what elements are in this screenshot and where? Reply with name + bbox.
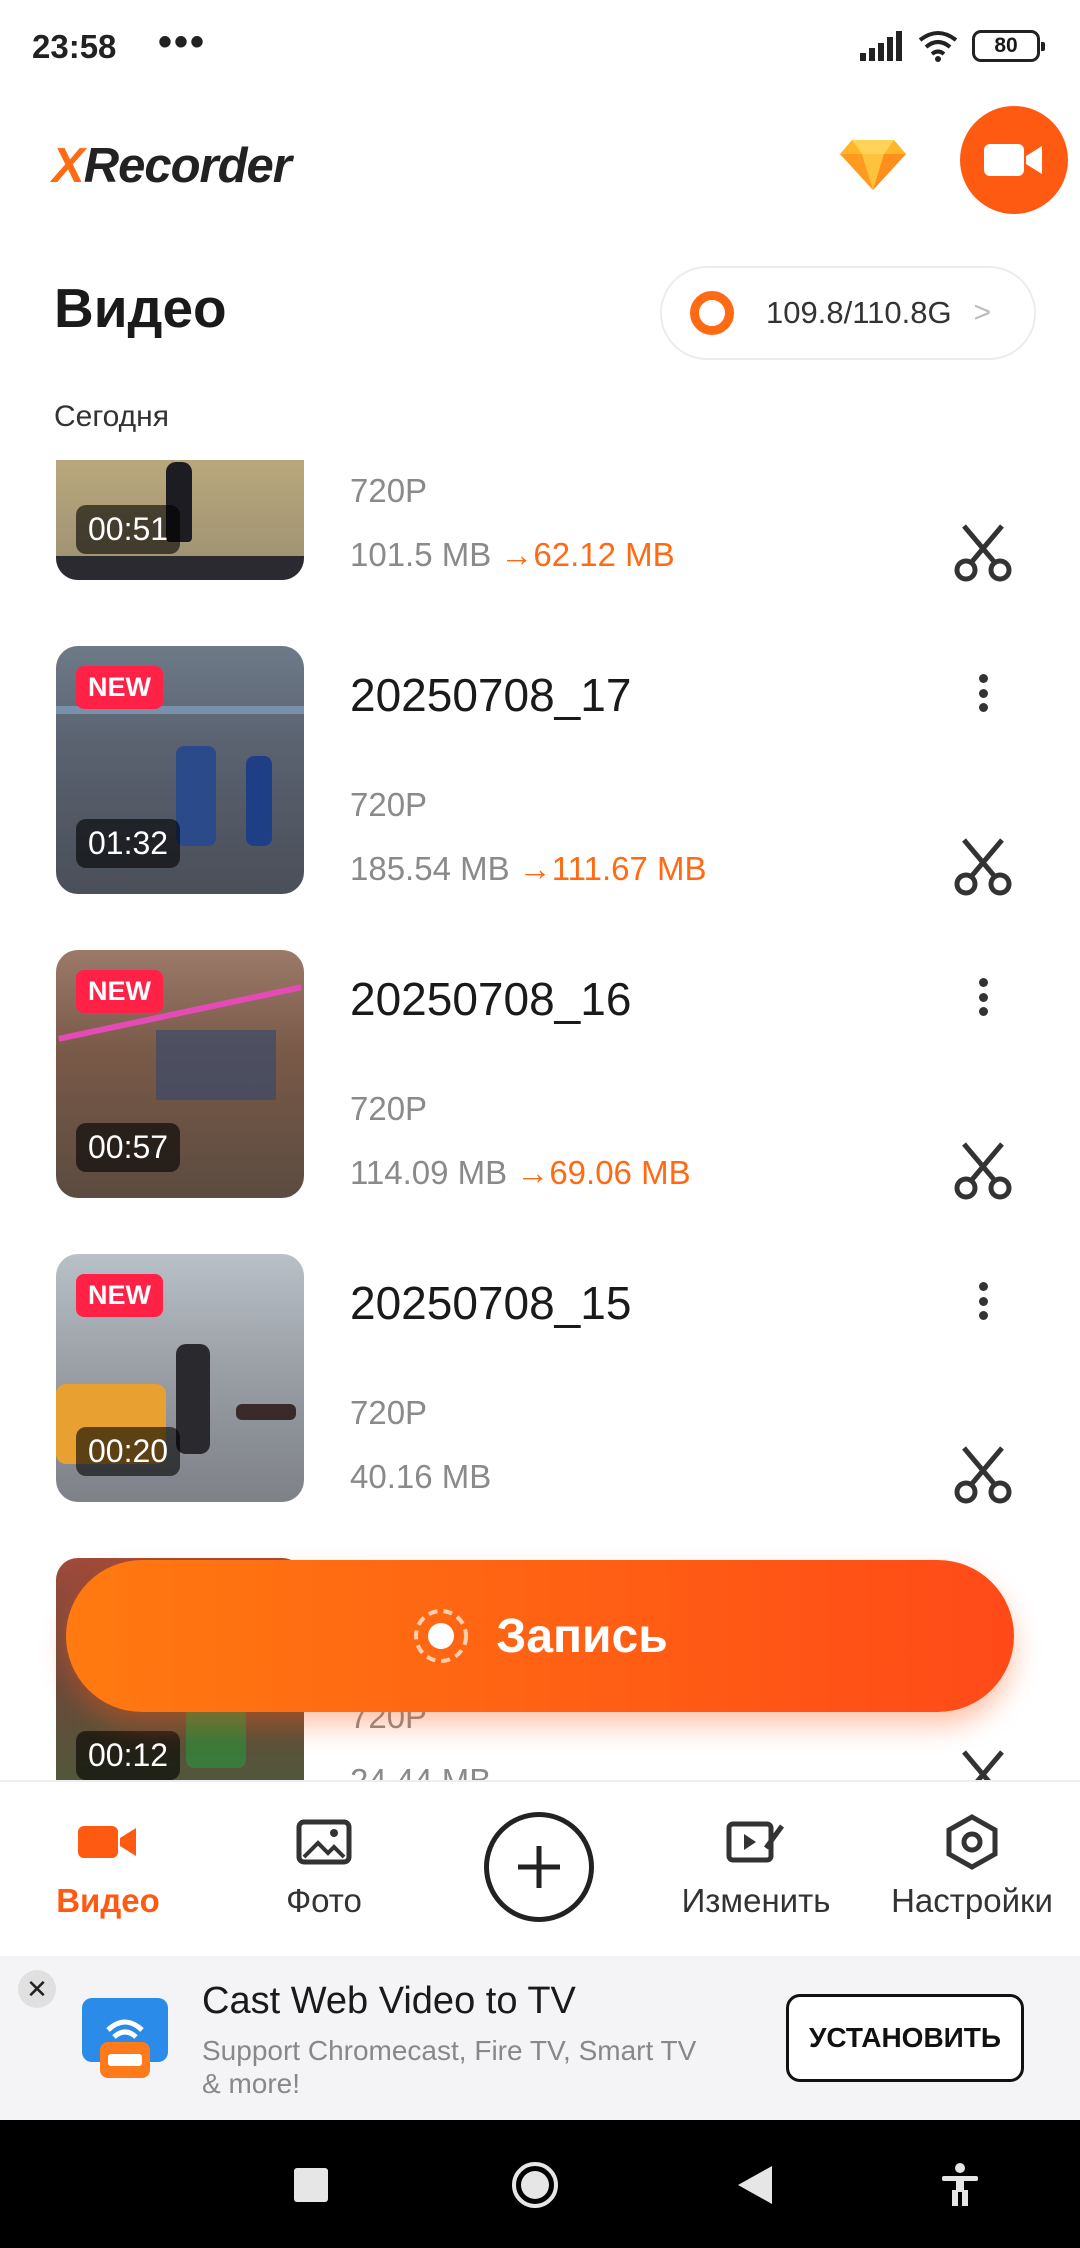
video-title[interactable]: 20250708_17: [350, 668, 631, 722]
nav-item-video[interactable]: Видео: [0, 1812, 216, 1920]
duration-badge: 00:20: [76, 1427, 181, 1476]
record-button[interactable]: Запись: [66, 1560, 1014, 1712]
video-size: 101.5 MB →62.12 MB: [350, 536, 675, 574]
video-size: 40.16 MB: [350, 1458, 491, 1496]
ad-title: Cast Web Video to TV: [202, 1980, 576, 2022]
video-item[interactable]: NEW 01:32 20250708_17 720P 185.54 MB →11…: [0, 646, 1080, 896]
video-camera-icon: [78, 1826, 136, 1858]
more-options-icon[interactable]: [968, 1276, 998, 1326]
video-resolution: 720P: [350, 786, 428, 823]
record-camera-button[interactable]: [960, 106, 1068, 214]
nav-item-edit[interactable]: Изменить: [648, 1812, 864, 1920]
video-size: 114.09 MB →69.06 MB: [350, 1154, 691, 1192]
cast-app-icon: [82, 1998, 168, 2078]
close-icon[interactable]: ✕: [18, 1970, 56, 2008]
section-label-today: Сегодня: [54, 400, 169, 433]
video-item[interactable]: NEW 00:57 20250708_16 720P 114.09 MB →69…: [0, 950, 1080, 1200]
ad-banner[interactable]: ✕ Cast Web Video to TV Support Chromecas…: [0, 1956, 1080, 2120]
plus-icon: [518, 1846, 560, 1888]
compress-arrow-icon: →: [518, 850, 552, 887]
edit-video-icon: [726, 1821, 785, 1863]
scissors-icon[interactable]: [950, 1744, 1016, 1780]
video-title[interactable]: 20250708_15: [350, 1276, 631, 1330]
video-resolution: 720P: [350, 472, 428, 509]
nav-label: Изменить: [681, 1882, 831, 1919]
video-thumbnail[interactable]: 00:51: [56, 460, 304, 580]
storage-text: 109.8/110.8G: [766, 295, 952, 330]
record-icon: [414, 1609, 469, 1663]
photo-icon: [296, 1819, 352, 1865]
duration-badge: 01:32: [76, 819, 181, 868]
app-logo: XRecorder: [52, 138, 292, 194]
install-button[interactable]: УСТАНОВИТЬ: [786, 1994, 1024, 2082]
more-options-icon[interactable]: [968, 668, 998, 718]
system-navigation-bar: [0, 2120, 1080, 2248]
original-size: 40.16 MB: [350, 1458, 492, 1495]
recents-icon[interactable]: [294, 2168, 328, 2202]
video-item[interactable]: 00:51 720P 101.5 MB →62.12 MB: [0, 460, 1080, 582]
original-size: 114.09 MB: [350, 1154, 508, 1191]
ad-description: Support Chromecast, Fire TV, Smart TV & …: [202, 2035, 697, 2099]
original-size: 185.54 MB: [350, 850, 510, 887]
original-size: 24.44 MB: [350, 1762, 491, 1780]
accessibility-icon[interactable]: [940, 2162, 980, 2206]
signal-icon: [860, 31, 902, 61]
video-size: 24.44 MB: [350, 1762, 491, 1780]
back-icon[interactable]: [738, 2166, 772, 2204]
wifi-icon: [918, 31, 958, 62]
nav-label: Видео: [56, 1882, 160, 1919]
video-thumbnail[interactable]: NEW 00:20: [56, 1254, 304, 1502]
status-time: 23:58: [32, 28, 117, 65]
duration-badge: 00:51: [76, 505, 181, 554]
compressed-size: 62.12 MB: [533, 536, 675, 573]
video-title[interactable]: 20250708_16: [350, 972, 631, 1026]
status-more-dots: •••: [158, 20, 207, 64]
nav-item-settings[interactable]: Настройки: [864, 1812, 1080, 1920]
video-thumbnail[interactable]: NEW 01:32: [56, 646, 304, 894]
duration-badge: 00:57: [76, 1123, 181, 1172]
bottom-nav: Видео Фото Изменить Настройки: [0, 1780, 1080, 1956]
scissors-icon[interactable]: [950, 1136, 1016, 1202]
add-button[interactable]: [484, 1812, 594, 1922]
nav-label: Настройки: [891, 1882, 1053, 1919]
duration-badge: 00:12: [76, 1731, 181, 1780]
battery-indicator: 80: [972, 30, 1045, 62]
storage-ring-icon: [690, 291, 734, 335]
video-resolution: 720P: [350, 1090, 428, 1127]
chevron-right-icon: >: [973, 296, 992, 329]
new-badge: NEW: [76, 970, 163, 1013]
compressed-size: 69.06 MB: [549, 1154, 691, 1191]
logo-x: X: [52, 139, 85, 193]
new-badge: NEW: [76, 1274, 163, 1317]
video-thumbnail[interactable]: NEW 00:57: [56, 950, 304, 1198]
status-icons: 80: [860, 30, 1045, 62]
premium-diamond-icon[interactable]: [838, 136, 908, 192]
video-item[interactable]: NEW 00:20 20250708_15 720P 40.16 MB: [0, 1254, 1080, 1504]
storage-usage-button[interactable]: 109.8/110.8G >: [660, 266, 1036, 360]
compressed-size: 111.67 MB: [551, 850, 707, 887]
nav-item-photo[interactable]: Фото: [216, 1812, 432, 1920]
record-button-label: Запись: [496, 1609, 668, 1663]
home-icon[interactable]: [510, 2160, 560, 2210]
settings-icon: [946, 1814, 998, 1870]
compress-arrow-icon: →: [516, 1154, 550, 1191]
page-title: Видео: [54, 277, 227, 339]
scissors-icon[interactable]: [950, 518, 1016, 584]
original-size: 101.5 MB: [350, 536, 492, 573]
nav-label: Фото: [286, 1882, 362, 1919]
video-size: 185.54 MB →111.67 MB: [350, 850, 707, 888]
more-options-icon[interactable]: [968, 972, 998, 1022]
video-resolution: 720P: [350, 1394, 428, 1431]
scissors-icon[interactable]: [950, 1440, 1016, 1506]
scissors-icon[interactable]: [950, 832, 1016, 898]
new-badge: NEW: [76, 666, 163, 709]
logo-text: Recorder: [83, 139, 292, 193]
video-camera-icon: [984, 144, 1042, 176]
compress-arrow-icon: →: [500, 536, 534, 573]
status-bar: 23:58 ••• 80: [0, 0, 1080, 100]
